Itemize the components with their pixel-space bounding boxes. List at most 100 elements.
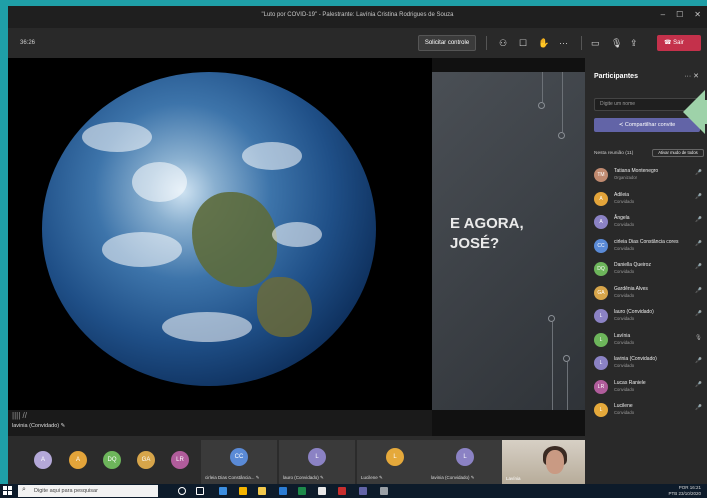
taskbar-search-input[interactable]: Digite aqui para pesquisar xyxy=(18,485,158,497)
participant-name: Lucas Raniele xyxy=(614,379,646,386)
excel-icon[interactable] xyxy=(298,487,306,495)
mic-icon[interactable]: 🎤 xyxy=(695,405,702,411)
cortana-icon[interactable] xyxy=(178,487,186,495)
camera-off-icon[interactable]: ▭ xyxy=(591,38,600,49)
close-icon[interactable]: ✕ xyxy=(694,10,701,19)
chrome-icon[interactable] xyxy=(239,487,247,495)
circuit-line xyxy=(562,72,563,132)
windows-start-icon[interactable] xyxy=(3,486,13,496)
pointer-arrow-icon xyxy=(695,100,707,124)
mic-icon[interactable]: 🎤 xyxy=(695,288,702,294)
mic-icon[interactable]: 🎤 xyxy=(695,311,702,317)
participant-avatar: TM xyxy=(594,168,608,182)
word-icon[interactable] xyxy=(279,487,287,495)
panel-actions[interactable]: ··· ✕ xyxy=(684,72,699,80)
participant-role: Convidado xyxy=(614,363,635,368)
participants-icon[interactable]: ⚇ xyxy=(499,38,507,49)
participant-name: cirleia Dias Constância cores xyxy=(614,238,679,245)
participant-tile[interactable]: L lauro (Convidado) ✎ xyxy=(279,440,355,484)
participant-avatar: A xyxy=(594,215,608,229)
participant-avatar[interactable]: LR xyxy=(171,451,189,469)
participant-role: Convidado xyxy=(614,198,635,204)
circuit-node xyxy=(563,355,570,362)
participant-row[interactable]: A Adileia Convidado 🎤 xyxy=(594,190,704,212)
participant-tile[interactable]: L lavinia (Convidado) ✎ xyxy=(427,440,503,484)
participant-avatar: L xyxy=(594,332,608,347)
participant-row[interactable]: DQ Daniella Queiroz Convidado 🎤 xyxy=(594,260,704,282)
participant-avatar: GA xyxy=(594,285,608,300)
participant-name: Ângela xyxy=(614,215,630,221)
participant-name: Daniella Queiroz xyxy=(614,262,651,268)
mic-off-icon[interactable]: 🎙 xyxy=(611,38,622,49)
meeting-toolbar: 36:26 Solicitar controle ⚇ ☐ ✋ ··· ▭ 🎙 ⇪… xyxy=(8,28,707,58)
task-view-icon[interactable] xyxy=(196,487,204,495)
participant-tile[interactable]: CC cirleia Dias Constância... ✎ xyxy=(201,440,277,484)
cloud xyxy=(82,122,152,152)
participant-video-tile[interactable]: Lavínia xyxy=(502,440,585,484)
land-central-america xyxy=(257,277,312,337)
toolbar-divider xyxy=(486,36,487,50)
chat-icon[interactable]: ☐ xyxy=(519,38,527,49)
leave-button[interactable]: ☎ Sair xyxy=(657,35,701,51)
raise-hand-icon[interactable]: ✋ xyxy=(538,38,549,49)
minimize-icon[interactable]: – xyxy=(661,10,665,19)
window-controls: – ☐ ✕ xyxy=(661,10,701,19)
mic-icon[interactable]: 🎤 xyxy=(695,241,702,247)
participant-row[interactable]: CC cirleia Dias Constância cores Convidado… xyxy=(594,237,704,259)
in-meeting-section-label: Nesta reunião (11) xyxy=(594,151,634,156)
opera-icon[interactable] xyxy=(338,487,346,495)
participant-row[interactable]: L Lavínia Convidado 🎙 xyxy=(594,331,704,353)
participant-avatar[interactable]: A xyxy=(69,451,87,469)
share-invite-label: Compartilhar convite xyxy=(624,122,676,128)
search-icon: ⌕ xyxy=(22,486,26,493)
mic-icon[interactable]: 🎤 xyxy=(695,382,702,388)
mic-icon[interactable]: 🎤 xyxy=(695,358,702,364)
teams-icon[interactable] xyxy=(359,487,367,495)
system-tray[interactable]: POR 16:21 PTB 23/10/2020 xyxy=(668,485,701,497)
more-actions-icon[interactable]: ··· xyxy=(559,38,568,48)
mic-icon[interactable]: 🎤 xyxy=(695,217,702,223)
file-explorer-icon[interactable] xyxy=(258,487,266,495)
leave-label: Sair xyxy=(673,40,684,46)
participant-role: Convidado xyxy=(614,386,635,392)
participant-row[interactable]: GA Gardênia Alves Convidado 🎤 xyxy=(594,284,704,306)
mic-icon[interactable]: 🎤 xyxy=(695,170,702,176)
toolbar-divider xyxy=(581,36,582,50)
participant-row[interactable]: Llauro (Convidado) Convidado 🎤 xyxy=(594,307,704,329)
mic-icon[interactable]: 🎤 xyxy=(695,194,702,200)
participant-name: lauro (Convidado) ✎ xyxy=(283,475,324,480)
request-control-button[interactable]: Solicitar controle xyxy=(418,35,476,51)
participant-row[interactable]: TM Tatiana Montenegro Organizador 🎤 xyxy=(594,166,704,188)
participants-strip: A A DQ GA LR CC cirleia Dias Constância.… xyxy=(8,436,585,484)
participant-avatar: CC xyxy=(594,238,608,253)
mic-icon[interactable]: 🎤 xyxy=(695,264,702,270)
participant-avatar: L xyxy=(386,448,404,466)
participant-role: Convidado xyxy=(614,316,635,321)
participant-role: Convidado xyxy=(614,245,635,251)
circuit-node xyxy=(548,315,555,322)
participant-row[interactable]: L Lucilene Convidado 🎤 xyxy=(594,401,704,423)
participant-avatar[interactable]: GA xyxy=(137,451,155,469)
mic-icon[interactable]: 🎙 xyxy=(695,335,702,341)
share-screen-icon[interactable]: ⇪ xyxy=(630,38,638,49)
participant-row[interactable]: LR Lucas Raniele Convidado 🎤 xyxy=(594,378,704,400)
participant-name: cirleia Dias Constância... ✎ xyxy=(205,475,260,480)
participant-name: Lucilene xyxy=(614,403,633,409)
participant-row[interactable]: Llavinia (Convidado) Convidado 🎤 xyxy=(594,354,704,376)
participant-avatar[interactable]: DQ xyxy=(103,451,121,469)
participant-tile[interactable]: L Lucilene ✎ xyxy=(357,440,433,484)
title-bar: "Luto por COVID-19" - Palestrante: Lavín… xyxy=(8,6,707,28)
phone-icon: ☎ xyxy=(664,40,674,46)
circuit-node xyxy=(558,132,565,139)
app-icon[interactable] xyxy=(380,487,388,495)
cloud xyxy=(102,232,182,267)
participant-row[interactable]: A Ângela Convidado 🎤 xyxy=(594,213,704,235)
participant-name: lauro (Convidado) xyxy=(614,309,654,315)
mute-all-button[interactable]: Ativar mudo de todos xyxy=(652,149,704,157)
circuit-line xyxy=(567,362,568,410)
participant-avatar[interactable]: A xyxy=(34,451,52,469)
edge-icon[interactable] xyxy=(219,487,227,495)
earth-globe xyxy=(42,72,376,386)
store-icon[interactable] xyxy=(318,487,326,495)
maximize-icon[interactable]: ☐ xyxy=(676,10,683,19)
